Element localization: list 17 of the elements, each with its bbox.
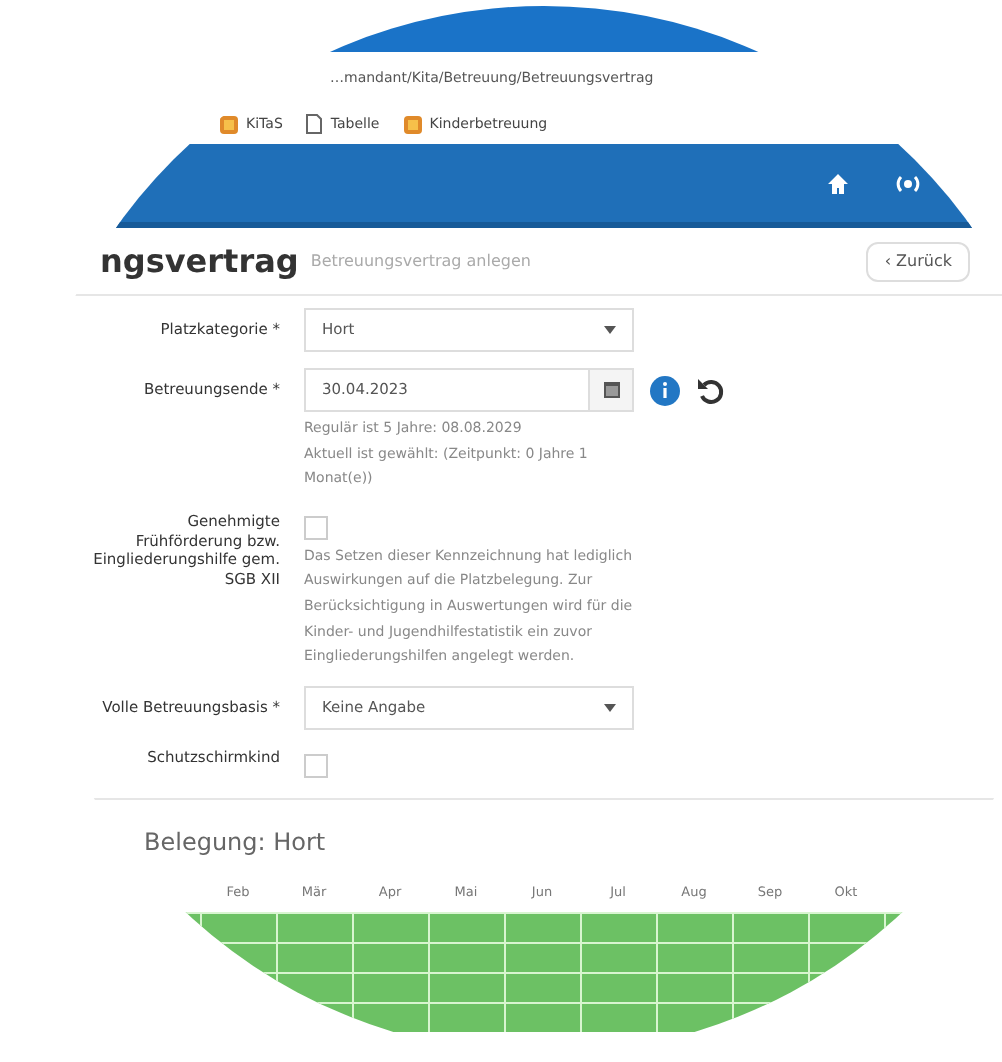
caret-icon bbox=[604, 326, 616, 335]
back-button[interactable]: ‹ Zurück bbox=[866, 241, 970, 281]
section-title: Belegung: Hort bbox=[144, 825, 328, 860]
document-icon[interactable] bbox=[306, 114, 323, 134]
checkbox[interactable] bbox=[304, 753, 328, 778]
checkbox[interactable] bbox=[304, 515, 328, 540]
page-title: ngsvertrag bbox=[100, 239, 299, 283]
bookmark-app-icon[interactable] bbox=[220, 115, 238, 133]
info-icon[interactable] bbox=[650, 375, 680, 405]
calendar-button[interactable] bbox=[590, 368, 634, 412]
undo-icon[interactable] bbox=[696, 375, 726, 405]
caret-icon bbox=[604, 704, 616, 713]
home-icon[interactable] bbox=[826, 171, 850, 195]
broadcast-icon[interactable] bbox=[894, 171, 922, 195]
page-subtitle: Betreuungsvertrag anlegen bbox=[310, 249, 531, 273]
bookmark-app-icon[interactable] bbox=[403, 115, 422, 133]
calendar-icon bbox=[603, 382, 619, 398]
